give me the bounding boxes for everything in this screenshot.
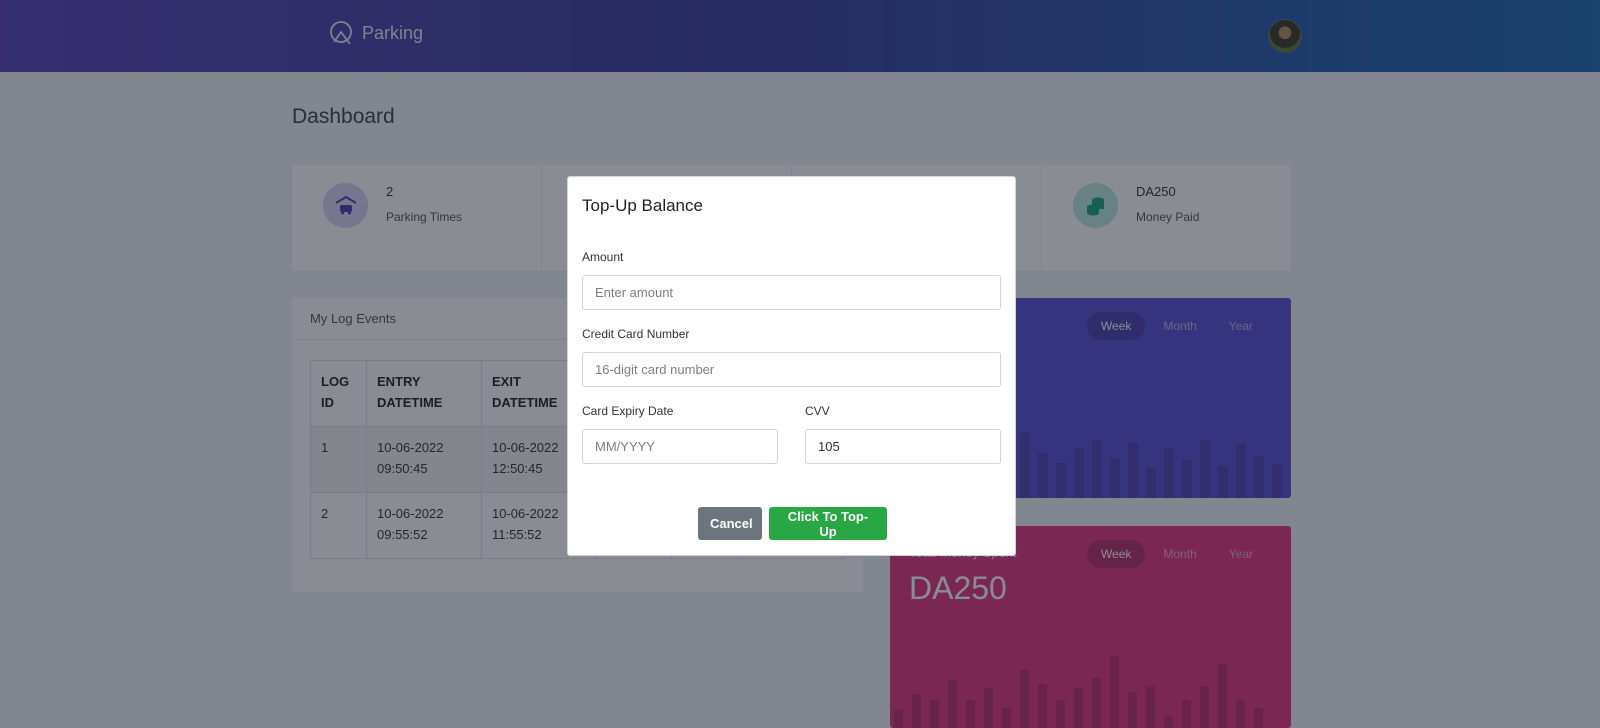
amount-label: Amount <box>582 250 624 264</box>
top-up-modal: Top-Up Balance Amount Credit Card Number… <box>567 176 1016 556</box>
expiry-label: Card Expiry Date <box>582 404 674 418</box>
modal-title: Top-Up Balance <box>582 196 703 215</box>
cvv-input[interactable] <box>805 429 1001 464</box>
cvv-label: CVV <box>805 404 830 418</box>
card-number-label: Credit Card Number <box>582 327 690 341</box>
top-up-button[interactable]: Click To Top-Up <box>769 507 887 540</box>
expiry-input[interactable] <box>582 429 778 464</box>
card-number-input[interactable] <box>582 352 1001 387</box>
cancel-button[interactable]: Cancel <box>698 507 762 540</box>
amount-input[interactable] <box>582 275 1001 310</box>
